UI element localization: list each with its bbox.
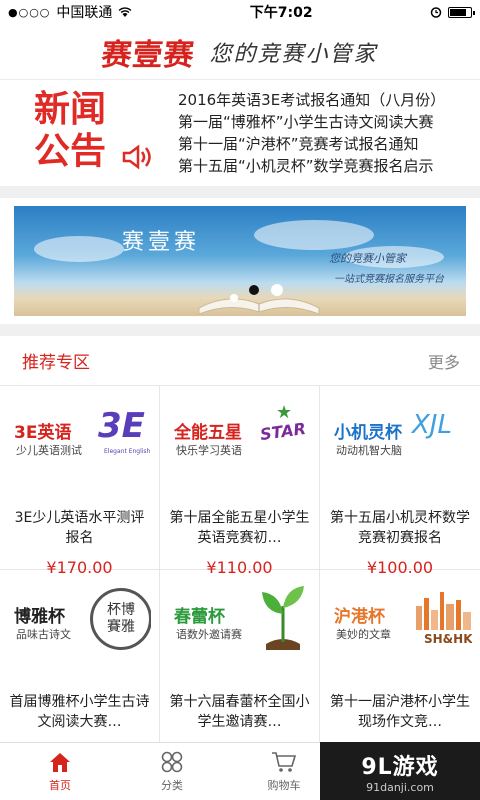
brand-label: 全能五星 <box>174 423 242 443</box>
product-image: 博雅杯 品味古诗文 杯博 賽雅 <box>8 584 151 664</box>
brand-label: 3E英语 <box>14 423 72 443</box>
star-icon: ★ <box>276 402 293 423</box>
tab-label: 首页 <box>49 778 71 792</box>
clock-label: 下午7:02 <box>249 5 313 21</box>
promo-banner[interactable]: 赛壹赛 您的竞赛小管家 一站式竞赛报名服务平台 <box>14 206 466 316</box>
banner-title: 赛壹赛 <box>122 230 201 255</box>
brand-subtitle: 动动机智大脑 <box>336 444 402 457</box>
brand-subtitle: 美妙的文章 <box>336 628 391 641</box>
product-image: 3E英语 少儿英语测试 3E Elegant English <box>8 400 151 480</box>
product-card[interactable]: 全能五星 快乐学习英语 STAR ★ 第十届全能五星小学生英语竞赛初… ¥110… <box>160 386 320 577</box>
carrier-label: 中国联通 <box>56 5 113 21</box>
product-card[interactable]: 小机灵杯 动动机智大脑 XJL 第十五届小机灵杯数学竞赛初赛报名 ¥100.00 <box>320 386 480 577</box>
product-name: 第十一届沪港杯小学生现场作文竞… <box>330 694 470 730</box>
product-grid: 3E英语 少儿英语测试 3E Elegant English 3E少儿英语水平测… <box>0 386 480 754</box>
brand-label: 博雅杯 <box>14 607 65 627</box>
product-name: 第十六届春蕾杯全国小学生邀请赛… <box>169 694 310 730</box>
watermark-url: 91danji.com <box>366 780 434 794</box>
brand-subtitle: 少儿英语测试 <box>16 444 82 457</box>
recommend-section-header: 推荐专区 更多 <box>0 336 480 386</box>
product-name: 首届博雅杯小学生古诗文阅读大赛… <box>9 694 150 730</box>
brand-label: 小机灵杯 <box>334 423 402 443</box>
wifi-icon <box>119 6 132 17</box>
product-card[interactable]: 春蕾杯 语数外邀请赛 第十六届春蕾杯全国小学生邀请赛… <box>160 570 320 754</box>
product-name: 3E少儿英语水平测评报名 <box>14 510 145 546</box>
product-card[interactable]: 3E英语 少儿英语测试 3E Elegant English 3E少儿英语水平测… <box>0 386 160 577</box>
alarm-icon <box>430 7 442 18</box>
banner-tagline: 一站式竞赛报名服务平台 <box>334 274 444 285</box>
tab-home[interactable]: 首页 <box>8 743 112 800</box>
seal-image: 杯博 賽雅 <box>90 588 151 650</box>
skyline-icon <box>416 592 471 630</box>
more-link[interactable]: 更多 <box>428 349 460 373</box>
brand-mark: 3E <box>98 406 145 446</box>
cart-icon <box>272 751 297 772</box>
product-image: 小机灵杯 动动机智大脑 XJL <box>328 400 472 480</box>
news-badge: 新闻 公告 <box>12 88 162 178</box>
brand-label: 春蕾杯 <box>174 607 225 627</box>
section-title: 推荐专区 <box>22 353 90 373</box>
news-item[interactable]: 第一届“博雅杯”小学生古诗文阅读大赛 <box>178 111 468 133</box>
tab-label: 购物车 <box>267 778 301 792</box>
product-card[interactable]: 沪港杯 美妙的文章 SH&HK 第十一届沪港杯小学生现场作文竞… <box>320 570 480 754</box>
brand-label: 沪港杯 <box>334 607 385 627</box>
product-name: 第十五届小机灵杯数学竞赛初赛报名 <box>330 510 470 546</box>
brand-subtitle: 语数外邀请赛 <box>176 628 242 641</box>
site-watermark: 9L游戏 91danji.com <box>320 742 480 800</box>
home-icon <box>50 752 70 772</box>
banner-subtitle: 您的竞赛小管家 <box>329 252 406 265</box>
battery-icon <box>447 6 475 18</box>
app-logo: 赛壹赛 <box>100 37 197 73</box>
news-badge-line1: 新闻 <box>34 89 107 130</box>
news-item[interactable]: 第十五届“小机灵杯”数学竞赛报名启示 <box>178 155 468 177</box>
tab-category[interactable]: 分类 <box>120 743 224 800</box>
watermark-logo: 9L游戏 <box>361 754 439 780</box>
app-header: 赛壹赛 您的竞赛小管家 <box>0 24 480 80</box>
tab-label: 分类 <box>161 778 183 792</box>
product-image: 春蕾杯 语数外邀请赛 <box>168 584 311 664</box>
news-item[interactable]: 2016年英语3E考试报名通知（八月份） <box>178 89 468 111</box>
status-bar: ●○○○ 中国联通 下午7:02 <box>0 0 480 24</box>
news-item[interactable]: 第十一届“沪港杯”竞赛考试报名通知 <box>178 133 468 155</box>
sprout-icon <box>262 586 304 650</box>
app-slogan: 您的竞赛小管家 <box>209 41 378 67</box>
news-badge-line2: 公告 <box>34 131 107 172</box>
open-book-image <box>198 284 320 315</box>
product-card[interactable]: 博雅杯 品味古诗文 杯博 賽雅 首届博雅杯小学生古诗文阅读大赛… <box>0 570 160 754</box>
news-panel: 新闻 公告 2016年英语3E考试报名通知（八月份） 第一届“博雅杯”小学生古诗… <box>0 80 480 186</box>
brand-mark: SH&HK <box>424 632 472 646</box>
product-image: 沪港杯 美妙的文章 SH&HK <box>328 584 472 664</box>
megaphone-icon <box>122 144 151 170</box>
brand-mark-subtitle: Elegant English <box>104 448 151 455</box>
brand-mark: XJL <box>412 410 452 440</box>
signal-icon: ●○○○ <box>8 5 51 19</box>
brand-subtitle: 品味古诗文 <box>16 628 71 641</box>
banner-container: 赛壹赛 您的竞赛小管家 一站式竞赛报名服务平台 <box>0 198 480 324</box>
category-icon <box>161 751 183 772</box>
product-name: 第十届全能五星小学生英语竞赛初… <box>169 510 310 546</box>
product-image: 全能五星 快乐学习英语 STAR ★ <box>168 400 311 480</box>
news-list: 2016年英语3E考试报名通知（八月份） 第一届“博雅杯”小学生古诗文阅读大赛 … <box>162 89 468 177</box>
brand-subtitle: 快乐学习英语 <box>176 444 242 457</box>
